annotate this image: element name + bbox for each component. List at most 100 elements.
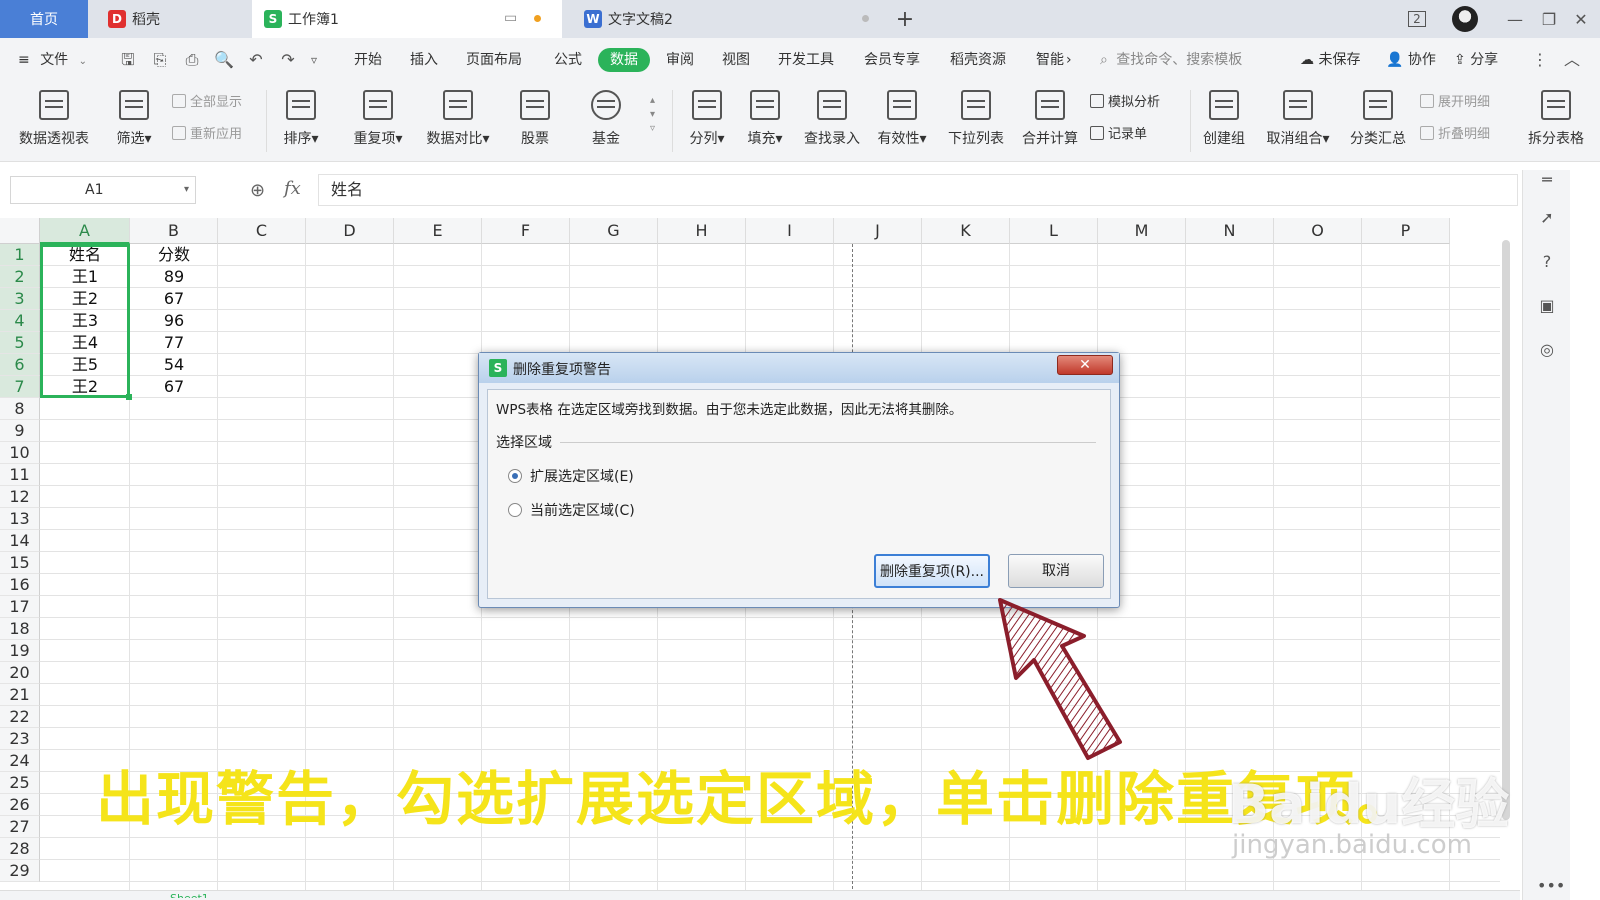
row-header-11[interactable]: 11 [0, 464, 40, 486]
row-header-16[interactable]: 16 [0, 574, 40, 596]
menu-start[interactable]: 开始 [354, 48, 382, 72]
tab-document[interactable]: W 文字文稿2 [572, 0, 872, 38]
row-header-18[interactable]: 18 [0, 618, 40, 640]
subtotal-button[interactable]: 分类汇总 [1340, 88, 1416, 154]
column-header-l[interactable]: L [1010, 218, 1098, 244]
menu-more-arrow[interactable]: › [1066, 48, 1072, 72]
validity-button[interactable]: 有效性▾ [866, 88, 938, 154]
row-header-13[interactable]: 13 [0, 508, 40, 530]
column-header-e[interactable]: E [394, 218, 482, 244]
expand-detail-button[interactable]: 展开明细 [1420, 92, 1490, 114]
tab-home[interactable]: 首页 [0, 0, 88, 38]
sidebar-menu-icon[interactable]: ═ [1537, 170, 1557, 190]
row-header-23[interactable]: 23 [0, 728, 40, 750]
row-header-5[interactable]: 5 [0, 332, 40, 354]
row-header-21[interactable]: 21 [0, 684, 40, 706]
show-all-button[interactable]: 全部显示 [172, 92, 242, 114]
column-header-p[interactable]: P [1362, 218, 1450, 244]
print-icon[interactable]: ⎙ [182, 50, 202, 70]
menu-page-layout[interactable]: 页面布局 [466, 48, 522, 72]
data-compare-button[interactable]: 数据对比▾ [418, 88, 498, 154]
collapse-detail-button[interactable]: 折叠明细 [1420, 124, 1490, 146]
record-form-button[interactable]: 记录单 [1090, 124, 1147, 146]
column-header-g[interactable]: G [570, 218, 658, 244]
column-header-c[interactable]: C [218, 218, 306, 244]
column-header-a[interactable]: A [40, 218, 130, 244]
remove-duplicates-button[interactable]: 删除重复项(R)... [874, 554, 990, 588]
split-column-button[interactable]: 分列▾ [676, 88, 738, 154]
row-header-2[interactable]: 2 [0, 266, 40, 288]
menu-insert[interactable]: 插入 [410, 48, 438, 72]
column-header-m[interactable]: M [1098, 218, 1186, 244]
column-header-n[interactable]: N [1186, 218, 1274, 244]
collapse-ribbon-icon[interactable]: ︿ [1562, 50, 1582, 70]
collaborate-button[interactable]: 👤 协作 [1386, 48, 1436, 72]
menu-daoke-resources[interactable]: 稻壳资源 [950, 48, 1006, 72]
sheet-tab[interactable]: Sheet1 [170, 888, 209, 898]
consolidate-button[interactable]: 合并计算 [1014, 88, 1086, 154]
menu-formula[interactable]: 公式 [554, 48, 582, 72]
tab-daoke[interactable]: D 稻壳 [92, 0, 247, 38]
file-menu[interactable]: ≡ 文件 ⌄ [18, 48, 87, 72]
restore-button[interactable]: ❐ [1534, 0, 1564, 38]
unsaved-button[interactable]: ☁ 未保存 [1300, 48, 1360, 72]
cancel-button[interactable]: 取消 [1008, 554, 1104, 588]
formula-input[interactable]: 姓名 [318, 174, 1518, 206]
row-header-10[interactable]: 10 [0, 442, 40, 464]
row-header-25[interactable]: 25 [0, 772, 40, 794]
cell-b4[interactable]: 96 [130, 310, 218, 332]
row-header-1[interactable]: 1 [0, 244, 40, 266]
save-icon[interactable]: 🖫 [118, 50, 138, 70]
lookup-entry-button[interactable]: 查找录入 [796, 88, 868, 154]
row-header-12[interactable]: 12 [0, 486, 40, 508]
column-header-o[interactable]: O [1274, 218, 1362, 244]
column-header-j[interactable]: J [834, 218, 922, 244]
sort-button[interactable]: 排序▾ [270, 88, 332, 154]
row-header-27[interactable]: 27 [0, 816, 40, 838]
dropdown-list-button[interactable]: 下拉列表 [940, 88, 1012, 154]
row-header-7[interactable]: 7 [0, 376, 40, 398]
row-header-8[interactable]: 8 [0, 398, 40, 420]
fill-button[interactable]: 填充▾ [734, 88, 796, 154]
current-selection-radio[interactable]: 当前选定区域(C) [508, 500, 635, 520]
pivot-table-button[interactable]: 数据透视表 [16, 88, 92, 154]
location-icon[interactable]: ◎ [1537, 340, 1557, 360]
dialog-close-button[interactable]: ✕ [1057, 355, 1113, 375]
more-dots-icon[interactable]: ••• [1537, 876, 1565, 896]
row-header-9[interactable]: 9 [0, 420, 40, 442]
menu-developer[interactable]: 开发工具 [778, 48, 834, 72]
column-header-h[interactable]: H [658, 218, 746, 244]
name-box[interactable]: A1 ▾ [10, 176, 196, 204]
ribbon-scroll-icon[interactable]: ▴ ▾ ▿ [650, 94, 655, 136]
cell-b3[interactable]: 67 [130, 288, 218, 310]
column-header-k[interactable]: K [922, 218, 1010, 244]
column-header-b[interactable]: B [130, 218, 218, 244]
quick-access-dropdown-icon[interactable]: ▿ [304, 50, 324, 70]
cell-b1[interactable]: 分数 [130, 244, 218, 266]
dialog-titlebar[interactable]: S 删除重复项警告 ✕ [479, 353, 1119, 383]
menu-member[interactable]: 会员专享 [864, 48, 920, 72]
selection-range[interactable] [40, 244, 132, 400]
cell-b6[interactable]: 54 [130, 354, 218, 376]
filter-button[interactable]: 筛选▾ [102, 88, 166, 154]
column-header-d[interactable]: D [306, 218, 394, 244]
help-icon[interactable]: ? [1537, 252, 1557, 272]
row-header-3[interactable]: 3 [0, 288, 40, 310]
avatar[interactable] [1452, 6, 1478, 32]
cell-b2[interactable]: 89 [130, 266, 218, 288]
export-pdf-icon[interactable]: ⎘ [150, 50, 170, 70]
select-all-corner[interactable] [0, 218, 40, 244]
share-button[interactable]: ⇪ 分享 [1454, 48, 1498, 72]
cell-b5[interactable]: 77 [130, 332, 218, 354]
redo-icon[interactable]: ↷ [278, 50, 298, 70]
print-preview-icon[interactable]: 🔍 [214, 50, 234, 70]
menu-view[interactable]: 视图 [722, 48, 750, 72]
pointer-icon[interactable]: ➚ [1537, 208, 1557, 228]
row-header-17[interactable]: 17 [0, 596, 40, 618]
fx-icon[interactable]: fx [284, 178, 301, 199]
window-count-badge[interactable]: 2 [1402, 0, 1432, 38]
row-header-6[interactable]: 6 [0, 354, 40, 376]
column-header-i[interactable]: I [746, 218, 834, 244]
new-tab-button[interactable]: + [892, 0, 918, 38]
more-options-icon[interactable]: ⋮ [1530, 50, 1550, 70]
